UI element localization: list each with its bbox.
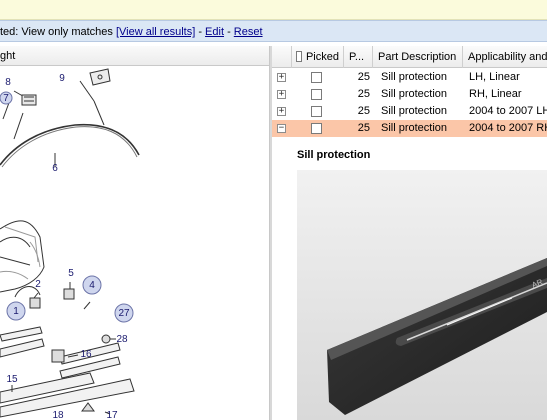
- diagram-header-label: ght: [0, 50, 16, 62]
- parts-pane: Picked P... Part Description Applicabili…: [272, 46, 547, 420]
- select-all-checkbox[interactable]: [296, 51, 302, 62]
- filter-bar: ted: View only matches [View all results…: [0, 20, 547, 42]
- picked-checkbox[interactable]: [311, 89, 322, 100]
- callout-15[interactable]: 15: [6, 374, 18, 385]
- part-photo: AR: [297, 170, 547, 420]
- edit-link[interactable]: Edit: [205, 26, 224, 38]
- row-description: Sill protection: [381, 105, 448, 117]
- svg-text:9: 9: [59, 73, 65, 84]
- column-header-expander: [272, 46, 292, 68]
- table-row[interactable]: + 25 Sill protection LH, Linear: [272, 69, 547, 86]
- svg-text:15: 15: [6, 374, 18, 385]
- callout-16[interactable]: 16: [80, 349, 92, 360]
- column-header-description[interactable]: Part Description: [373, 46, 463, 68]
- svg-text:7: 7: [3, 93, 9, 104]
- separator: -: [224, 26, 234, 38]
- table-row[interactable]: + 25 Sill protection RH, Linear: [272, 86, 547, 103]
- picked-checkbox[interactable]: [311, 123, 322, 134]
- column-header-picked-label: Picked: [305, 51, 339, 63]
- svg-text:18: 18: [52, 410, 64, 420]
- callout-5[interactable]: 5: [68, 268, 74, 279]
- callout-18[interactable]: 18: [52, 410, 64, 420]
- row-description: Sill protection: [381, 122, 448, 134]
- separator: -: [195, 26, 206, 38]
- column-header-picked[interactable]: Picked: [292, 46, 344, 68]
- diagram-header: ght: [0, 46, 269, 66]
- collapse-row-button[interactable]: −: [277, 124, 286, 133]
- view-all-results-link[interactable]: [View all results]: [116, 26, 195, 38]
- grid-header: Picked P... Part Description Applicabili…: [272, 46, 547, 68]
- svg-text:28: 28: [116, 334, 128, 345]
- detail-title: Sill protection: [297, 149, 371, 161]
- svg-text:27: 27: [118, 308, 130, 319]
- row-description: Sill protection: [381, 88, 448, 100]
- diagram-pane: ght 8 9 7 6 5 2 4 1 27 28 16 15 18 17: [0, 46, 270, 420]
- table-row[interactable]: + 25 Sill protection 2004 to 2007 LH, A: [272, 103, 547, 120]
- reset-link[interactable]: Reset: [234, 26, 263, 38]
- svg-text:8: 8: [5, 77, 11, 88]
- callout-6[interactable]: 6: [52, 163, 58, 174]
- row-position: 25: [357, 122, 370, 134]
- callout-9[interactable]: 9: [59, 73, 65, 84]
- svg-text:2: 2: [35, 279, 41, 290]
- callout-1[interactable]: 1: [6, 301, 26, 321]
- row-applicability: RH, Linear: [469, 88, 522, 100]
- expand-row-button[interactable]: +: [277, 90, 286, 99]
- row-applicability: 2004 to 2007 RH, A: [469, 122, 547, 134]
- svg-text:4: 4: [89, 280, 95, 291]
- svg-text:1: 1: [13, 306, 19, 317]
- callout-17[interactable]: 17: [106, 410, 118, 420]
- row-position: 25: [357, 71, 370, 83]
- row-applicability: 2004 to 2007 LH, A: [469, 105, 547, 117]
- callout-8[interactable]: 8: [5, 77, 11, 88]
- svg-text:6: 6: [52, 163, 58, 174]
- diagram-svg: 8 9 7 6 5 2 4 1 27 28 16 15 18 17: [0, 68, 140, 420]
- svg-text:16: 16: [80, 349, 92, 360]
- row-applicability: LH, Linear: [469, 71, 520, 83]
- expand-row-button[interactable]: +: [277, 107, 286, 116]
- svg-text:17: 17: [106, 410, 118, 420]
- top-strip: [0, 0, 547, 20]
- picked-checkbox[interactable]: [311, 106, 322, 117]
- table-row-selected[interactable]: − 25 Sill protection 2004 to 2007 RH, A: [272, 120, 547, 137]
- sill-protection-image: AR: [297, 170, 547, 420]
- column-header-position[interactable]: P...: [344, 46, 373, 68]
- callout-27[interactable]: 27: [114, 303, 134, 323]
- row-position: 25: [357, 88, 370, 100]
- column-header-applicability[interactable]: Applicability and c: [463, 46, 547, 68]
- picked-checkbox[interactable]: [311, 72, 322, 83]
- callout-7[interactable]: 7: [0, 91, 13, 105]
- filter-status-text: ted: View only matches: [0, 26, 113, 38]
- row-position: 25: [357, 105, 370, 117]
- diagram-blank-area: [145, 67, 269, 420]
- expand-row-button[interactable]: +: [277, 73, 286, 82]
- callout-28[interactable]: 28: [116, 334, 128, 345]
- parts-diagram[interactable]: 8 9 7 6 5 2 4 1 27 28 16 15 18 17: [0, 67, 145, 420]
- callout-4[interactable]: 4: [82, 275, 102, 295]
- row-description: Sill protection: [381, 71, 448, 83]
- callout-2[interactable]: 2: [35, 279, 41, 290]
- svg-text:5: 5: [68, 268, 74, 279]
